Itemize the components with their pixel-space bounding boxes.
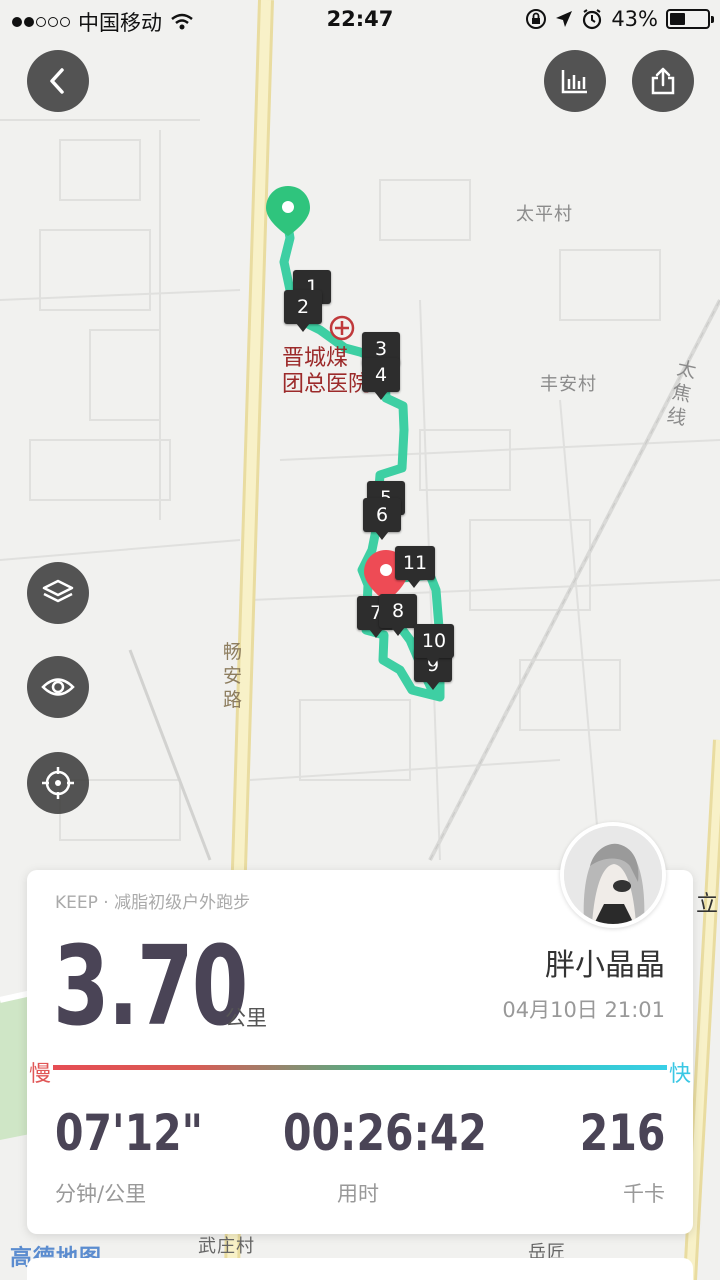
bar-chart-icon	[561, 70, 587, 94]
km-marker[interactable]: 2	[284, 290, 322, 332]
share-button[interactable]	[632, 50, 694, 112]
visibility-button[interactable]	[27, 656, 89, 718]
map-label-li: 立	[696, 892, 720, 917]
alarm-icon	[583, 9, 602, 30]
locate-button[interactable]	[27, 752, 89, 814]
map-layers-button[interactable]	[27, 562, 89, 624]
crosshair-icon	[42, 767, 74, 799]
battery-percent: 43%	[611, 7, 658, 31]
battery-icon	[666, 9, 714, 29]
hospital-label-line1: 晋城煤	[282, 346, 349, 371]
calories-value: 216	[579, 1104, 665, 1162]
start-pin-icon	[266, 186, 310, 236]
avatar-image	[564, 826, 662, 924]
share-icon	[651, 67, 675, 95]
map-label-taiping: 太平村	[516, 204, 573, 225]
hospital-label-line2: 团总医院	[282, 372, 371, 397]
duration-value: 00:26:42	[283, 1104, 487, 1162]
calories-label: 千卡	[623, 1182, 665, 1206]
chevron-left-icon	[50, 68, 64, 94]
workout-tag: KEEP · 减脂初级户外跑步	[55, 893, 251, 913]
layers-icon	[42, 579, 74, 603]
pace-slow-label: 慢	[27, 1056, 54, 1088]
run-datetime: 04月10日 21:01	[502, 998, 665, 1022]
run-summary-card: KEEP · 减脂初级户外跑步 3.70 公里 胖小晶晶 04月10日 21:0…	[27, 870, 693, 1234]
pace-gradient-bar	[27, 1060, 693, 1074]
km-marker[interactable]: 11	[395, 546, 435, 588]
location-arrow-icon	[556, 11, 573, 27]
back-button[interactable]	[27, 50, 89, 112]
km-marker[interactable]: 4	[362, 358, 400, 400]
stats-button[interactable]	[544, 50, 606, 112]
rotation-lock-icon	[526, 9, 547, 29]
duration-label: 用时	[337, 1182, 379, 1206]
km-marker[interactable]: 8	[379, 594, 417, 636]
distance-value: 3.70	[53, 922, 248, 1050]
pace-value: 07'12"	[55, 1104, 204, 1162]
username[interactable]: 胖小晶晶	[545, 940, 665, 984]
eye-icon	[41, 678, 75, 696]
pace-label: 分钟/公里	[55, 1182, 147, 1206]
km-marker[interactable]: 6	[363, 498, 401, 540]
map-label-wuzhuang: 武庄村	[198, 1236, 255, 1257]
map-label-fengan: 丰安村	[540, 374, 597, 395]
pace-fast-label: 快	[666, 1056, 693, 1088]
bottom-sheet-handle[interactable]	[27, 1258, 693, 1280]
avatar[interactable]	[560, 822, 666, 928]
map-label-changan: 畅安路	[223, 641, 243, 711]
distance-unit: 公里	[225, 1006, 267, 1030]
km-marker[interactable]: 10	[414, 624, 454, 666]
status-bar: 中国移动 22:47 43%	[0, 0, 720, 40]
